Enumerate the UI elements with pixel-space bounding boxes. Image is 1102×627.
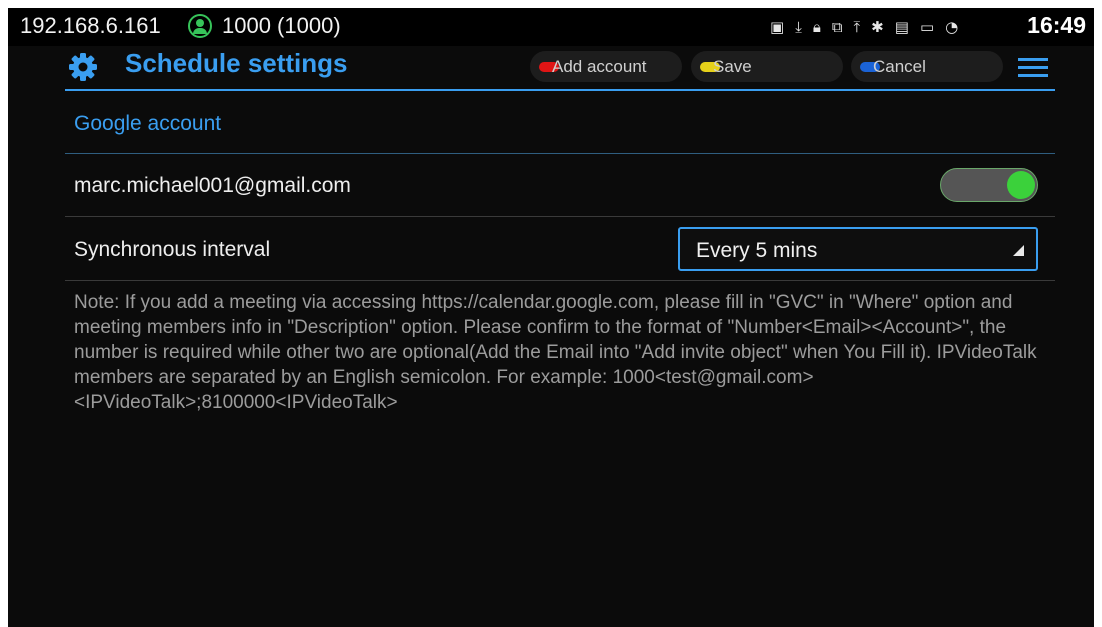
account-toggle[interactable] (940, 168, 1038, 202)
status-bar: 192.168.6.161 1000 (1000) ▣ ⤓ 🔒︎ ⧉ ⤒ ✱ ▤… (8, 8, 1094, 46)
upload-icon: ⤒ (853, 18, 861, 36)
cancel-button[interactable]: Cancel (851, 51, 1003, 82)
account-icon (188, 14, 212, 38)
picture-icon: ▣ (770, 18, 785, 36)
download-icon: ⤓ (795, 18, 802, 36)
lock-icon: 🔒︎ (812, 18, 821, 36)
save-button[interactable]: Save (691, 51, 843, 82)
divider (65, 280, 1055, 281)
save-label: Save (713, 57, 752, 76)
monitor-icon: ▭ (919, 18, 935, 36)
note-text: Note: If you add a meeting via accessing… (74, 292, 1037, 413)
add-account-label: Add account (552, 57, 647, 76)
sync-interval-value: Every 5 mins (696, 239, 818, 262)
status-icons: ▣ ⤓ 🔒︎ ⧉ ⤒ ✱ ▤ ▭ ◔ (770, 17, 958, 37)
sync-interval-select[interactable]: Every 5 mins (678, 227, 1038, 271)
divider (65, 153, 1055, 154)
bluetooth-icon: ✱ (871, 18, 884, 36)
wifi-icon: ◔ (945, 18, 959, 36)
ip-address: 192.168.6.161 (20, 13, 161, 38)
account-number: 1000 (1000) (222, 13, 341, 38)
hamburger-menu-icon[interactable] (1018, 58, 1048, 78)
cancel-label: Cancel (873, 57, 926, 76)
section-title-google-account: Google account (74, 112, 222, 135)
gear-icon (69, 53, 97, 81)
clock: 16:49 (1027, 12, 1086, 38)
header-divider (65, 89, 1055, 91)
add-account-button[interactable]: Add account (530, 51, 682, 82)
divider (65, 216, 1055, 217)
sync-interval-label: Synchronous interval (74, 238, 271, 261)
account-email: marc.michael001@gmail.com (74, 174, 351, 197)
dropdown-arrow-icon (1013, 245, 1024, 256)
page-title: Schedule settings (125, 48, 348, 78)
screen: 192.168.6.161 1000 (1000) ▣ ⤓ 🔒︎ ⧉ ⤒ ✱ ▤… (8, 8, 1094, 627)
network-icon: ⧉ (831, 18, 843, 36)
toggle-knob (1007, 171, 1035, 199)
sim-icon: ▤ (894, 18, 909, 36)
